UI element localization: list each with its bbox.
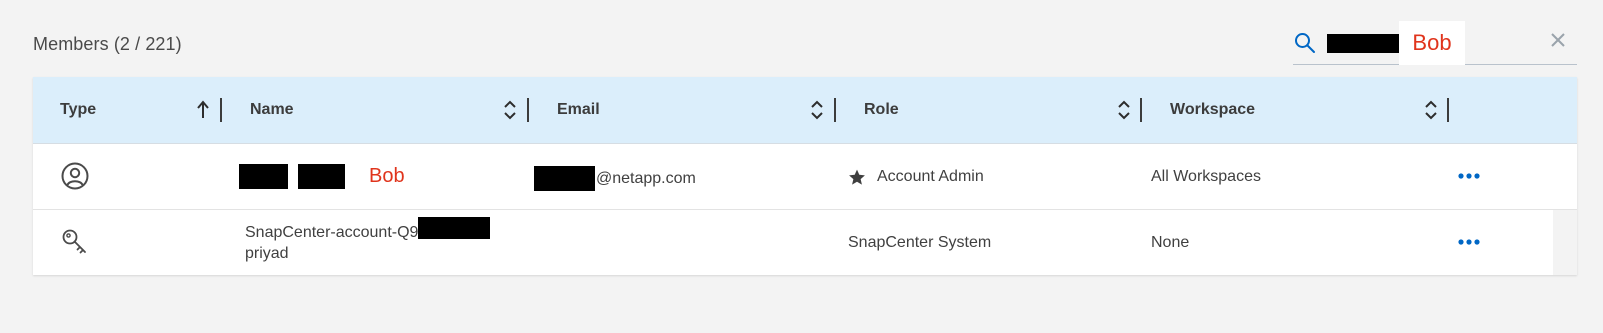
column-header-name[interactable]: Name [250,77,294,143]
member-role: Account Admin [877,168,984,185]
key-icon [62,229,86,254]
close-icon[interactable] [1549,31,1567,49]
member-name-subtext: priyad [245,245,289,262]
scroll-gutter [1553,210,1577,275]
user-circle-icon [61,162,89,190]
more-icon[interactable] [1458,235,1480,249]
member-workspace: None [1151,234,1190,251]
column-resizer[interactable] [834,98,836,122]
column-label: Type [60,101,97,118]
member-role: SnapCenter System [848,234,992,251]
member-workspace: All Workspaces [1151,168,1261,185]
member-name: Bob [239,164,405,189]
column-label: Role [864,101,899,118]
member-email: @netapp.com [534,166,696,191]
search-icon[interactable] [1293,31,1317,55]
redacted-text [534,166,595,191]
column-label: Name [250,101,294,118]
page-title: Members (2 / 221) [33,34,182,54]
members-page: Members (2 / 221) Bob Type Name Email Ro… [0,0,1603,333]
sort-icon[interactable] [1117,98,1131,122]
sort-icon[interactable] [810,98,824,122]
table-row[interactable]: Bob @netapp.com Account Admin All Worksp… [33,144,1577,210]
column-header-workspace[interactable]: Workspace [1170,77,1255,143]
column-resizer[interactable] [1140,98,1142,122]
column-header-type[interactable]: Type [60,77,96,143]
column-resizer[interactable] [1447,98,1449,122]
sort-icon[interactable] [503,98,517,122]
sort-icon[interactable] [1424,98,1438,122]
more-icon[interactable] [1458,169,1480,183]
search-value-text: Bob [1412,30,1452,55]
redacted-text [418,216,491,239]
search-highlight: Bob [1399,21,1465,65]
star-icon [849,169,865,185]
column-resizer[interactable] [527,98,529,122]
column-resizer[interactable] [220,98,222,122]
member-name-text: Bob [369,165,405,187]
column-label: Workspace [1170,101,1256,118]
table-row[interactable]: SnapCenter-account-Q9 priyad SnapCenter … [33,210,1577,275]
redacted-text [239,164,288,189]
members-table: Type Name Email Role Workspace Bob @neta… [33,77,1577,275]
column-label: Email [557,101,600,118]
member-name: SnapCenter-account-Q9 priyad [245,216,491,264]
sort-ascending-icon[interactable] [196,98,210,122]
column-header-role[interactable]: Role [864,77,899,143]
search-input[interactable]: Bob [1327,21,1465,65]
member-name-text: SnapCenter-account-Q9 [245,224,419,241]
table-header: Type Name Email Role Workspace [33,77,1577,144]
redacted-text [298,164,345,189]
column-header-email[interactable]: Email [557,77,600,143]
search-box[interactable]: Bob [1293,21,1577,65]
redacted-text [1327,33,1399,53]
email-text: @netapp.com [596,169,696,187]
